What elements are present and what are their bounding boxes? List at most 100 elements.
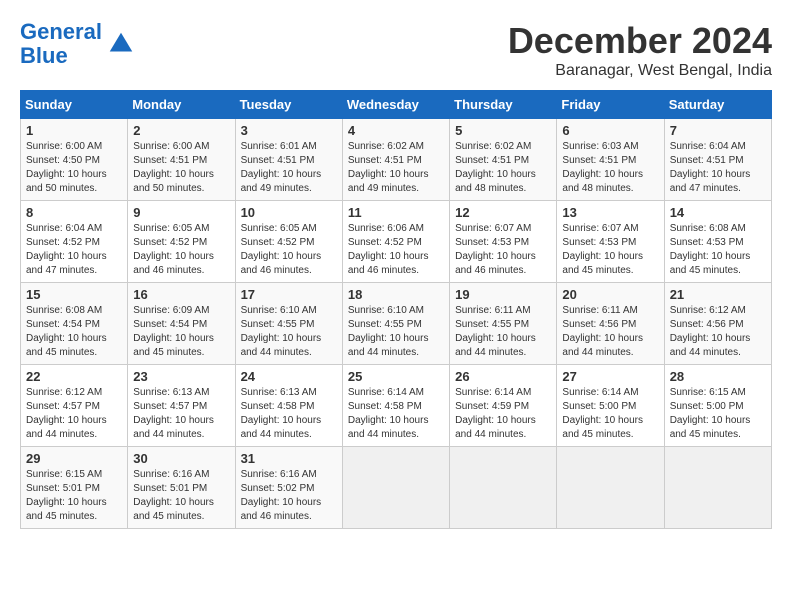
day-info: Sunrise: 6:00 AM Sunset: 4:51 PM Dayligh… — [133, 140, 229, 196]
day-number: 5 — [455, 123, 551, 138]
table-row: 14 Sunrise: 6:08 AM Sunset: 4:53 PM Dayli… — [664, 201, 771, 283]
day-info: Sunrise: 6:01 AM Sunset: 4:51 PM Dayligh… — [241, 140, 337, 196]
calendar-week-row: 8 Sunrise: 6:04 AM Sunset: 4:52 PM Daylig… — [21, 201, 772, 283]
calendar-header-row: Sunday Monday Tuesday Wednesday Thursday… — [21, 91, 772, 119]
day-number: 26 — [455, 369, 551, 384]
day-info: Sunrise: 6:04 AM Sunset: 4:52 PM Dayligh… — [26, 222, 122, 278]
table-row: 15 Sunrise: 6:08 AM Sunset: 4:54 PM Dayli… — [21, 283, 128, 365]
table-row: 8 Sunrise: 6:04 AM Sunset: 4:52 PM Daylig… — [21, 201, 128, 283]
month-title: December 2024 — [508, 20, 772, 62]
day-info: Sunrise: 6:12 AM Sunset: 4:56 PM Dayligh… — [670, 304, 766, 360]
table-row: 24 Sunrise: 6:13 AM Sunset: 4:58 PM Dayli… — [235, 365, 342, 447]
day-number: 21 — [670, 287, 766, 302]
table-row: 22 Sunrise: 6:12 AM Sunset: 4:57 PM Dayli… — [21, 365, 128, 447]
table-row — [342, 447, 449, 529]
table-row: 28 Sunrise: 6:15 AM Sunset: 5:00 PM Dayli… — [664, 365, 771, 447]
day-info: Sunrise: 6:10 AM Sunset: 4:55 PM Dayligh… — [348, 304, 444, 360]
calendar-week-row: 29Sunrise: 6:15 AM Sunset: 5:01 PM Dayli… — [21, 447, 772, 529]
table-row: 30 Sunrise: 6:16 AM Sunset: 5:01 PM Dayli… — [128, 447, 235, 529]
day-number: 19 — [455, 287, 551, 302]
day-number: 2 — [133, 123, 229, 138]
day-info: Sunrise: 6:11 AM Sunset: 4:55 PM Dayligh… — [455, 304, 551, 360]
day-info: Sunrise: 6:02 AM Sunset: 4:51 PM Dayligh… — [455, 140, 551, 196]
table-row: 1Sunrise: 6:00 AM Sunset: 4:50 PM Daylig… — [21, 119, 128, 201]
day-number: 31 — [241, 451, 337, 466]
table-row: 23 Sunrise: 6:13 AM Sunset: 4:57 PM Dayli… — [128, 365, 235, 447]
calendar-week-row: 1Sunrise: 6:00 AM Sunset: 4:50 PM Daylig… — [21, 119, 772, 201]
table-row: 6 Sunrise: 6:03 AM Sunset: 4:51 PM Daylig… — [557, 119, 664, 201]
day-number: 20 — [562, 287, 658, 302]
logo-text: GeneralBlue — [20, 20, 102, 68]
table-row: 10Sunrise: 6:05 AM Sunset: 4:52 PM Dayli… — [235, 201, 342, 283]
col-saturday: Saturday — [664, 91, 771, 119]
day-info: Sunrise: 6:16 AM Sunset: 5:02 PM Dayligh… — [241, 468, 337, 524]
col-tuesday: Tuesday — [235, 91, 342, 119]
day-info: Sunrise: 6:07 AM Sunset: 4:53 PM Dayligh… — [562, 222, 658, 278]
title-block: December 2024 Baranagar, West Bengal, In… — [508, 20, 772, 80]
day-number: 30 — [133, 451, 229, 466]
day-info: Sunrise: 6:09 AM Sunset: 4:54 PM Dayligh… — [133, 304, 229, 360]
day-info: Sunrise: 6:14 AM Sunset: 4:59 PM Dayligh… — [455, 386, 551, 442]
day-number: 28 — [670, 369, 766, 384]
table-row: 7 Sunrise: 6:04 AM Sunset: 4:51 PM Daylig… — [664, 119, 771, 201]
table-row — [450, 447, 557, 529]
table-row: 2 Sunrise: 6:00 AM Sunset: 4:51 PM Daylig… — [128, 119, 235, 201]
day-number: 17 — [241, 287, 337, 302]
table-row: 25 Sunrise: 6:14 AM Sunset: 4:58 PM Dayli… — [342, 365, 449, 447]
day-info: Sunrise: 6:03 AM Sunset: 4:51 PM Dayligh… — [562, 140, 658, 196]
col-wednesday: Wednesday — [342, 91, 449, 119]
location: Baranagar, West Bengal, India — [508, 62, 772, 80]
day-info: Sunrise: 6:08 AM Sunset: 4:54 PM Dayligh… — [26, 304, 122, 360]
day-number: 15 — [26, 287, 122, 302]
table-row: 16 Sunrise: 6:09 AM Sunset: 4:54 PM Dayli… — [128, 283, 235, 365]
day-number: 6 — [562, 123, 658, 138]
day-number: 18 — [348, 287, 444, 302]
table-row — [557, 447, 664, 529]
day-number: 7 — [670, 123, 766, 138]
day-number: 8 — [26, 205, 122, 220]
table-row: 11 Sunrise: 6:06 AM Sunset: 4:52 PM Dayli… — [342, 201, 449, 283]
table-row: 20 Sunrise: 6:11 AM Sunset: 4:56 PM Dayli… — [557, 283, 664, 365]
day-info: Sunrise: 6:16 AM Sunset: 5:01 PM Dayligh… — [133, 468, 229, 524]
table-row: 21 Sunrise: 6:12 AM Sunset: 4:56 PM Dayli… — [664, 283, 771, 365]
day-info: Sunrise: 6:07 AM Sunset: 4:53 PM Dayligh… — [455, 222, 551, 278]
table-row: 17 Sunrise: 6:10 AM Sunset: 4:55 PM Dayli… — [235, 283, 342, 365]
day-number: 3 — [241, 123, 337, 138]
table-row: 26 Sunrise: 6:14 AM Sunset: 4:59 PM Dayli… — [450, 365, 557, 447]
day-number: 11 — [348, 205, 444, 220]
calendar-week-row: 22 Sunrise: 6:12 AM Sunset: 4:57 PM Dayli… — [21, 365, 772, 447]
day-number: 4 — [348, 123, 444, 138]
col-thursday: Thursday — [450, 91, 557, 119]
day-number: 10 — [241, 205, 337, 220]
table-row — [664, 447, 771, 529]
day-info: Sunrise: 6:06 AM Sunset: 4:52 PM Dayligh… — [348, 222, 444, 278]
day-number: 22 — [26, 369, 122, 384]
day-number: 14 — [670, 205, 766, 220]
day-info: Sunrise: 6:04 AM Sunset: 4:51 PM Dayligh… — [670, 140, 766, 196]
day-info: Sunrise: 6:15 AM Sunset: 5:01 PM Dayligh… — [26, 468, 122, 524]
day-number: 25 — [348, 369, 444, 384]
day-info: Sunrise: 6:14 AM Sunset: 5:00 PM Dayligh… — [562, 386, 658, 442]
day-info: Sunrise: 6:10 AM Sunset: 4:55 PM Dayligh… — [241, 304, 337, 360]
table-row: 12 Sunrise: 6:07 AM Sunset: 4:53 PM Dayli… — [450, 201, 557, 283]
day-number: 16 — [133, 287, 229, 302]
day-number: 23 — [133, 369, 229, 384]
day-number: 13 — [562, 205, 658, 220]
day-info: Sunrise: 6:14 AM Sunset: 4:58 PM Dayligh… — [348, 386, 444, 442]
day-info: Sunrise: 6:13 AM Sunset: 4:58 PM Dayligh… — [241, 386, 337, 442]
day-info: Sunrise: 6:15 AM Sunset: 5:00 PM Dayligh… — [670, 386, 766, 442]
day-number: 12 — [455, 205, 551, 220]
day-info: Sunrise: 6:11 AM Sunset: 4:56 PM Dayligh… — [562, 304, 658, 360]
logo-icon — [106, 29, 136, 59]
col-monday: Monday — [128, 91, 235, 119]
day-info: Sunrise: 6:12 AM Sunset: 4:57 PM Dayligh… — [26, 386, 122, 442]
day-info: Sunrise: 6:00 AM Sunset: 4:50 PM Dayligh… — [26, 140, 122, 196]
table-row: 27 Sunrise: 6:14 AM Sunset: 5:00 PM Dayli… — [557, 365, 664, 447]
day-number: 27 — [562, 369, 658, 384]
table-row: 9Sunrise: 6:05 AM Sunset: 4:52 PM Daylig… — [128, 201, 235, 283]
day-info: Sunrise: 6:08 AM Sunset: 4:53 PM Dayligh… — [670, 222, 766, 278]
day-number: 24 — [241, 369, 337, 384]
day-number: 9 — [133, 205, 229, 220]
day-info: Sunrise: 6:13 AM Sunset: 4:57 PM Dayligh… — [133, 386, 229, 442]
page-header: GeneralBlue December 2024 Baranagar, Wes… — [20, 20, 772, 80]
